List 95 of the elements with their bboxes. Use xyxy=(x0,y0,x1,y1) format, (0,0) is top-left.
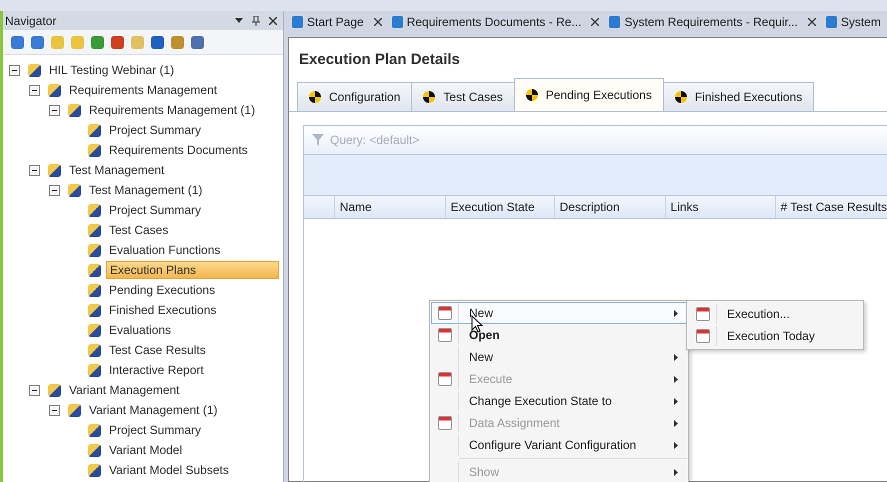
tree-node-icon xyxy=(88,284,101,296)
collapse-toggle[interactable] xyxy=(49,184,60,196)
tree-node-icon xyxy=(88,204,101,216)
collapse-toggle[interactable] xyxy=(9,64,20,76)
document-icon xyxy=(292,16,303,28)
tree-node-icon xyxy=(48,164,61,176)
tree-item[interactable]: Requirements Management (1) xyxy=(86,102,258,118)
collapse-toggle[interactable] xyxy=(49,404,60,416)
tree-item[interactable]: Project Summary xyxy=(106,202,204,218)
menu-item[interactable]: Open xyxy=(431,324,687,346)
tree-node-icon xyxy=(68,184,81,196)
tab[interactable]: Test Cases xyxy=(411,82,515,111)
tree-node-icon xyxy=(88,444,101,456)
tree-item[interactable]: Project Summary xyxy=(106,422,204,438)
tree-item[interactable]: Variant Model xyxy=(106,442,186,458)
tab[interactable]: Configuration xyxy=(297,82,412,111)
document-icon xyxy=(609,16,620,28)
column-header[interactable]: Description xyxy=(554,196,666,218)
tree-item[interactable]: Test Management xyxy=(66,162,168,178)
tree-node-icon xyxy=(88,124,101,136)
tree-item[interactable]: HIL Testing Webinar (1) xyxy=(46,62,178,78)
pin-icon[interactable] xyxy=(252,16,260,26)
document-tab[interactable]: System Requirements - Requir... xyxy=(607,13,818,31)
tree-item[interactable]: Evaluations xyxy=(106,322,174,338)
page-title: Execution Plan Details xyxy=(299,51,461,68)
close-icon[interactable] xyxy=(808,18,816,26)
tree-node-icon xyxy=(68,104,81,116)
toolbar-icon[interactable] xyxy=(11,36,24,48)
toolbar-icon[interactable] xyxy=(91,36,104,48)
menu-item[interactable]: New xyxy=(431,346,687,368)
dropdown-icon[interactable] xyxy=(235,18,243,24)
tab-icon xyxy=(674,91,687,103)
tree-item[interactable]: Variant Management xyxy=(66,382,183,398)
tree-item[interactable]: Variant Model Subsets xyxy=(106,462,232,478)
toolbar-icon[interactable] xyxy=(111,36,124,48)
tree-item[interactable]: Variant Management (1) xyxy=(86,402,221,418)
tree-node-icon xyxy=(88,304,101,316)
column-header[interactable]: Name xyxy=(334,196,446,218)
document-icon xyxy=(826,16,837,28)
calendar-icon xyxy=(696,307,710,321)
tree-node-icon xyxy=(88,244,101,256)
calendar-icon xyxy=(696,329,710,343)
collapse-toggle[interactable] xyxy=(29,84,40,96)
tree-item[interactable]: Requirements Documents xyxy=(106,142,251,158)
tree-node-icon xyxy=(88,364,101,376)
tab[interactable]: Pending Executions xyxy=(514,78,664,111)
toolbar-icon[interactable] xyxy=(171,36,184,48)
tree-node-icon xyxy=(48,84,61,96)
close-icon[interactable] xyxy=(374,18,382,26)
tree-item[interactable]: Interactive Report xyxy=(106,362,207,378)
tree-item[interactable]: Test Cases xyxy=(106,222,172,238)
menu-item[interactable]: Change Execution State to xyxy=(431,390,687,412)
document-icon xyxy=(392,16,403,28)
menu-item[interactable]: Execution Today xyxy=(689,325,861,347)
tree-node-icon xyxy=(88,264,101,276)
menu-item[interactable]: New xyxy=(431,302,687,324)
toolbar-icon[interactable] xyxy=(31,36,44,48)
tree-item[interactable]: Test Management (1) xyxy=(86,182,206,198)
tree-node-icon xyxy=(48,384,61,396)
tab-icon xyxy=(309,91,321,103)
tab-icon xyxy=(423,91,436,103)
tree-node-icon xyxy=(88,344,101,356)
tree-item[interactable]: Pending Executions xyxy=(106,282,218,298)
collapse-toggle[interactable] xyxy=(29,384,40,396)
document-tab[interactable]: System xyxy=(824,13,883,31)
tree-node-icon xyxy=(88,464,101,476)
tree-item[interactable]: Requirements Management xyxy=(66,82,220,98)
document-tab[interactable]: Start Page xyxy=(290,13,384,31)
document-tab[interactable]: Requirements Documents - Re... xyxy=(390,13,602,31)
tab-icon xyxy=(526,89,538,101)
panel-title: Navigator xyxy=(5,14,56,28)
query-label: Query: <default> xyxy=(330,133,420,147)
tree-item[interactable]: Finished Executions xyxy=(106,302,220,318)
tree-node-icon xyxy=(68,404,81,416)
tree-node-icon xyxy=(88,224,101,236)
close-icon[interactable] xyxy=(591,18,600,26)
collapse-toggle[interactable] xyxy=(49,104,60,116)
tree-item[interactable]: Project Summary xyxy=(106,122,204,138)
column-header[interactable]: Execution State xyxy=(446,196,555,218)
tree-node-icon xyxy=(88,424,101,436)
close-icon[interactable] xyxy=(269,16,277,24)
tree-node-icon xyxy=(88,324,101,336)
toolbar-icon[interactable] xyxy=(191,36,204,48)
tree-node-icon xyxy=(88,144,101,156)
toolbar-icon[interactable] xyxy=(151,36,164,48)
tree-item[interactable]: Test Case Results xyxy=(106,342,209,358)
collapse-toggle[interactable] xyxy=(29,164,40,176)
tree-node-icon xyxy=(28,64,41,76)
column-header[interactable]: Links xyxy=(666,196,776,218)
menu-item[interactable]: Execution... xyxy=(689,303,861,325)
tree-item[interactable]: Evaluation Functions xyxy=(106,242,224,258)
column-header[interactable]: # Test Case Results xyxy=(776,196,887,218)
menu-item[interactable]: Configure Variant Configuration xyxy=(431,434,687,456)
tab[interactable]: Finished Executions xyxy=(662,82,814,111)
tree-item[interactable]: Execution Plans xyxy=(106,261,279,279)
